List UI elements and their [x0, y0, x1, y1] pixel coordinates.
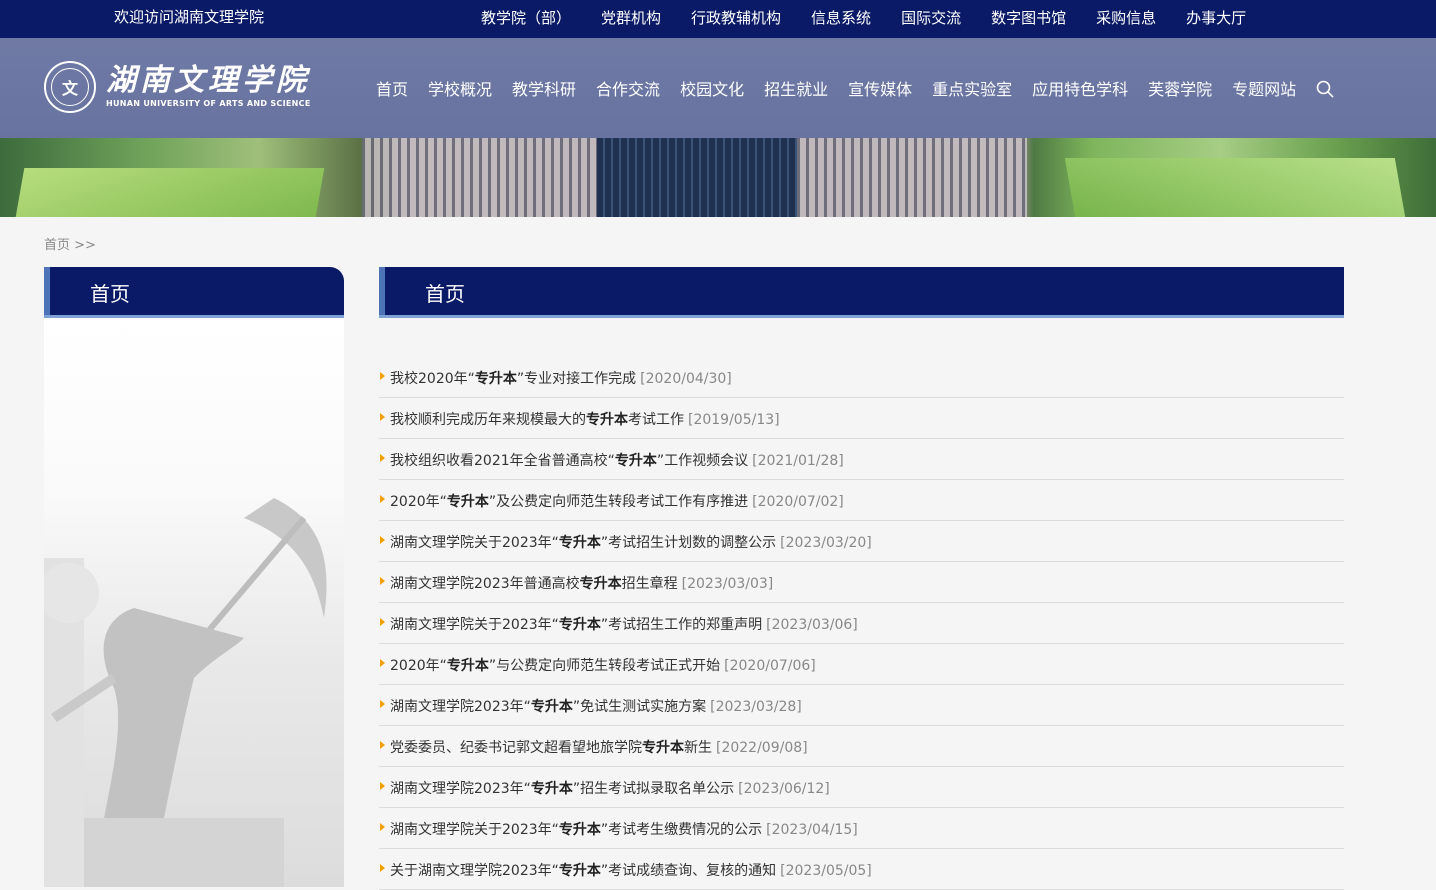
bullet-arrow-icon — [380, 782, 385, 790]
university-emblem-icon: 文 — [44, 61, 96, 113]
archer-statue-image — [44, 498, 327, 887]
list-item[interactable]: 湖南文理学院2023年“专升本”免试生测试实施方案 [2023/03/28] — [379, 685, 1344, 726]
nav-furong-college[interactable]: 芙蓉学院 — [1138, 76, 1222, 100]
nav-home[interactable]: 首页 — [366, 76, 418, 100]
bullet-arrow-icon — [380, 577, 385, 585]
search-icon[interactable] — [1316, 80, 1334, 98]
list-item[interactable]: 湖南文理学院关于2023年“专升本”考试考生缴费情况的公示 [2023/04/15… — [379, 808, 1344, 849]
list-item[interactable]: 我校组织收看2021年全省普通高校“专升本”工作视频会议 [2021/01/28] — [379, 439, 1344, 480]
bullet-arrow-icon — [380, 864, 385, 872]
list-item[interactable]: 关于湖南文理学院2023年“专升本”考试成绩查询、复核的通知 [2023/05/0… — [379, 849, 1344, 890]
nav-featured-disciplines[interactable]: 应用特色学科 — [1022, 76, 1138, 100]
top-link-service-hall[interactable]: 办事大厅 — [1171, 7, 1261, 31]
bullet-arrow-icon — [380, 618, 385, 626]
top-link-international[interactable]: 国际交流 — [886, 7, 976, 31]
sidebar-title: 首页 — [90, 282, 130, 306]
bullet-arrow-icon — [380, 454, 385, 462]
top-link-digital-library[interactable]: 数字图书馆 — [976, 7, 1081, 31]
bullet-arrow-icon — [380, 823, 385, 831]
breadcrumb: 首页 >> — [44, 234, 96, 253]
nav-band: 文 湖南文理学院 HUNAN UNIVERSITY OF ARTS AND SC… — [0, 38, 1436, 138]
header-banner: 文 湖南文理学院 HUNAN UNIVERSITY OF ARTS AND SC… — [0, 38, 1436, 217]
nav-campus-culture[interactable]: 校园文化 — [670, 76, 754, 100]
content-title: 首页 — [425, 282, 465, 306]
content-header: 首页 — [379, 267, 1344, 315]
bullet-arrow-icon — [380, 741, 385, 749]
list-item[interactable]: 我校2020年“专升本”专业对接工作完成 [2020/04/30] — [379, 357, 1344, 398]
nav-key-labs[interactable]: 重点实验室 — [922, 76, 1022, 100]
nav-media[interactable]: 宣传媒体 — [838, 76, 922, 100]
list-item[interactable]: 湖南文理学院2023年“专升本”招生考试拟录取名单公示 [2023/06/12] — [379, 767, 1344, 808]
breadcrumb-home[interactable]: 首页 — [44, 238, 70, 253]
welcome-text: 欢迎访问湖南文理学院 — [114, 8, 265, 26]
news-list: 我校2020年“专升本”专业对接工作完成 [2020/04/30] 我校顺利完成历… — [379, 357, 1344, 890]
list-item[interactable]: 湖南文理学院关于2023年“专升本”考试招生工作的郑重声明 [2023/03/06… — [379, 603, 1344, 644]
campus-photo — [0, 138, 1436, 217]
list-item[interactable]: 湖南文理学院2023年普通高校专升本招生章程 [2023/03/03] — [379, 562, 1344, 603]
list-item[interactable]: 2020年“专升本”与公费定向师范生转段考试正式开始 [2020/07/06] — [379, 644, 1344, 685]
bullet-arrow-icon — [380, 413, 385, 421]
bullet-arrow-icon — [380, 659, 385, 667]
nav-teaching-research[interactable]: 教学科研 — [502, 76, 586, 100]
list-item[interactable]: 我校顺利完成历年来规模最大的专升本考试工作 [2019/05/13] — [379, 398, 1344, 439]
bullet-arrow-icon — [380, 495, 385, 503]
top-link-party-orgs[interactable]: 党群机构 — [586, 7, 676, 31]
top-link-procurement[interactable]: 采购信息 — [1081, 7, 1171, 31]
top-links: 教学院（部） 党群机构 行政教辅机构 信息系统 国际交流 数字图书馆 采购信息 … — [466, 7, 1261, 31]
site-logo[interactable]: 文 湖南文理学院 HUNAN UNIVERSITY OF ARTS AND SC… — [44, 61, 311, 113]
nav-topic-sites[interactable]: 专题网站 — [1222, 76, 1306, 100]
top-link-info-systems[interactable]: 信息系统 — [796, 7, 886, 31]
top-link-departments[interactable]: 教学院（部） — [466, 7, 586, 31]
bullet-arrow-icon — [380, 700, 385, 708]
top-link-admin-units[interactable]: 行政教辅机构 — [676, 7, 796, 31]
nav-about[interactable]: 学校概况 — [418, 76, 502, 100]
bullet-arrow-icon — [380, 372, 385, 380]
list-item[interactable]: 2020年“专升本”及公费定向师范生转段考试工作有序推进 [2020/07/02] — [379, 480, 1344, 521]
list-item[interactable]: 湖南文理学院关于2023年“专升本”考试招生计划数的调整公示 [2023/03/2… — [379, 521, 1344, 562]
main-nav: 首页 学校概况 教学科研 合作交流 校园文化 招生就业 宣传媒体 重点实验室 应… — [366, 76, 1306, 100]
breadcrumb-separator: >> — [74, 238, 96, 253]
nav-cooperation[interactable]: 合作交流 — [586, 76, 670, 100]
bullet-arrow-icon — [380, 536, 385, 544]
top-bar: 欢迎访问湖南文理学院 教学院（部） 党群机构 行政教辅机构 信息系统 国际交流 … — [0, 0, 1436, 38]
logo-chinese-name: 湖南文理学院 — [106, 63, 310, 98]
sidebar-header: 首页 — [44, 267, 344, 315]
logo-english-name: HUNAN UNIVERSITY OF ARTS AND SCIENCE — [106, 99, 311, 108]
list-item[interactable]: 党委委员、纪委书记郭文超看望地旅学院专升本新生 [2022/09/08] — [379, 726, 1344, 767]
nav-admissions[interactable]: 招生就业 — [754, 76, 838, 100]
sidebar-panel — [44, 318, 344, 887]
